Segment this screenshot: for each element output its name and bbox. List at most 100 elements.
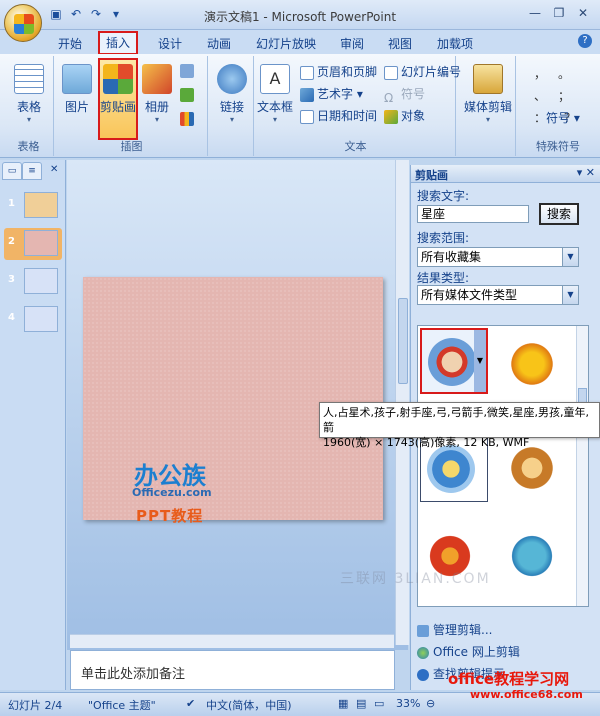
results-scrollbar[interactable] bbox=[576, 326, 588, 606]
manage-clips-icon bbox=[417, 624, 429, 637]
album-button[interactable]: 相册 ▾ bbox=[140, 60, 174, 124]
header-footer-icon bbox=[300, 65, 314, 80]
office-online-clips-link[interactable]: Office 网上剪辑 bbox=[417, 643, 520, 660]
slide-thumbnail-2[interactable]: 2 bbox=[4, 228, 62, 260]
language-indicator: 中文(简体，中国) bbox=[206, 699, 292, 712]
brand-logo-ppt: PPT教程 bbox=[136, 507, 204, 525]
textbox-button[interactable]: A 文本框 ▾ bbox=[256, 60, 294, 124]
special-chars-row1[interactable]: ，。 bbox=[534, 64, 588, 84]
clipart-pisces[interactable] bbox=[502, 524, 570, 590]
symbol-button[interactable]: Ω 符号 bbox=[384, 84, 425, 105]
slideshow-view-icon[interactable]: ▭ bbox=[374, 697, 384, 710]
datetime-icon bbox=[300, 109, 314, 124]
normal-view-icon[interactable]: ▦ bbox=[338, 697, 348, 710]
group-special-symbols: ，。 、； ：？ 符号 ▾ 特殊符号 bbox=[518, 56, 598, 156]
pane-close-icon[interactable]: ▾ ✕ bbox=[577, 166, 595, 179]
album-icon bbox=[142, 64, 172, 94]
tab-slides[interactable]: ▭ bbox=[2, 162, 22, 180]
zoom-level[interactable]: 33% bbox=[396, 697, 420, 710]
tab-view[interactable]: 视图 bbox=[388, 34, 412, 54]
wordart-button[interactable]: 艺术字 ▾ bbox=[300, 84, 363, 104]
omega-icon: Ω bbox=[384, 90, 394, 105]
title-bar: ▣ ↶ ↷ ▾ 演示文稿1 - Microsoft PowerPoint — ❐… bbox=[0, 0, 600, 30]
gemini-clipart-icon bbox=[427, 445, 475, 493]
tab-outline[interactable]: ≡ bbox=[22, 162, 42, 180]
chevron-down-icon: ▼ bbox=[562, 248, 578, 266]
tab-review[interactable]: 审阅 bbox=[340, 34, 364, 54]
close-pane-icon[interactable]: ✕ bbox=[50, 164, 58, 175]
group-table: 表格 ▾ 表格 bbox=[4, 56, 54, 156]
clipart-icon bbox=[103, 64, 133, 94]
textbox-icon: A bbox=[260, 64, 290, 94]
tab-home[interactable]: 开始 bbox=[58, 34, 82, 54]
link-icon bbox=[217, 64, 247, 94]
maximize-icon[interactable]: ❐ bbox=[548, 4, 570, 22]
clipart-sagittarius[interactable]: ▼ bbox=[420, 328, 488, 394]
sorter-view-icon[interactable]: ▤ bbox=[356, 697, 366, 710]
pisces-clipart-icon bbox=[508, 532, 556, 580]
slide-horizontal-scrollbar[interactable] bbox=[70, 634, 394, 648]
leo-clipart-icon bbox=[508, 444, 556, 492]
tab-design[interactable]: 设计 bbox=[158, 34, 182, 54]
chart-icon[interactable] bbox=[180, 108, 197, 128]
picture-button[interactable]: 图片 bbox=[58, 60, 96, 115]
slide-thumbnail-1[interactable]: 1 bbox=[4, 190, 62, 222]
type-select[interactable]: 所有媒体文件类型 ▼ bbox=[417, 285, 579, 305]
scope-select[interactable]: 所有收藏集 ▼ bbox=[417, 247, 579, 267]
clipart-tooltip: 人,占星术,孩子,射手座,弓,弓箭手,微笑,星座,男孩,童年,箭 1960(宽)… bbox=[319, 402, 600, 449]
object-button[interactable]: 对象 bbox=[384, 106, 425, 126]
clipart-pane-title: 剪贴画 bbox=[415, 169, 448, 182]
link-button[interactable]: 链接 ▾ bbox=[212, 60, 252, 124]
ribbon: 表格 ▾ 表格 图片 剪贴画 相册 ▾ 插图 链接 ▾ A 文本框 ▾ 页眉和页… bbox=[0, 54, 600, 158]
tab-slideshow[interactable]: 幻灯片放映 bbox=[256, 34, 316, 54]
tab-animation[interactable]: 动画 bbox=[207, 34, 231, 54]
special-symbol-button[interactable]: 符号 ▾ bbox=[546, 108, 580, 128]
scorpio-clipart-icon bbox=[508, 340, 556, 388]
site-watermark-cn: office教程学习网 bbox=[448, 670, 570, 688]
close-icon[interactable]: ✕ bbox=[572, 4, 594, 22]
smartart-icon[interactable] bbox=[180, 84, 197, 104]
special-chars-row2[interactable]: 、； bbox=[534, 86, 588, 106]
scope-label: 搜索范围: bbox=[417, 231, 470, 245]
chevron-down-icon: ▼ bbox=[562, 286, 578, 304]
object-icon bbox=[384, 109, 398, 124]
office-button[interactable] bbox=[4, 4, 42, 42]
tab-addins[interactable]: 加载项 bbox=[437, 34, 473, 54]
group-text: A 文本框 ▾ 页眉和页脚 艺术字 ▾ 日期和时间 幻灯片编号 Ω 符号 对象 文… bbox=[256, 56, 461, 156]
slides-pane: ▭ ≡ ✕ 1 2 3 4 bbox=[0, 160, 66, 690]
tab-insert[interactable]: 插入 bbox=[98, 31, 139, 55]
picture-icon bbox=[62, 64, 92, 94]
minimize-icon[interactable]: — bbox=[524, 4, 546, 22]
chevron-down-icon[interactable]: ▼ bbox=[474, 330, 486, 392]
datetime-button[interactable]: 日期和时间 bbox=[300, 106, 377, 126]
help-tip-icon bbox=[417, 668, 429, 681]
group-media: 媒体剪辑 ▾ bbox=[458, 56, 516, 156]
table-icon bbox=[14, 64, 44, 94]
media-clip-button[interactable]: 媒体剪辑 ▾ bbox=[460, 60, 516, 124]
site-watermark-url: www.office68.com bbox=[470, 688, 583, 701]
clipart-button[interactable]: 剪贴画 bbox=[98, 58, 138, 140]
header-footer-button[interactable]: 页眉和页脚 bbox=[300, 62, 377, 82]
help-icon[interactable]: ? bbox=[578, 34, 592, 48]
table-button[interactable]: 表格 ▾ bbox=[8, 60, 50, 124]
slide-canvas[interactable] bbox=[83, 277, 383, 520]
group-links: 链接 ▾ bbox=[210, 56, 254, 156]
group-illustrations: 图片 剪贴画 相册 ▾ 插图 bbox=[56, 56, 208, 156]
manage-clips-link[interactable]: 管理剪辑... bbox=[417, 621, 492, 638]
type-label: 结果类型: bbox=[417, 271, 470, 285]
slide-thumbnail-3[interactable]: 3 bbox=[4, 266, 62, 298]
clipart-scorpio[interactable] bbox=[502, 332, 570, 398]
slide-thumbnail-4[interactable]: 4 bbox=[4, 304, 62, 336]
ribbon-tabs: 开始 插入 设计 动画 幻灯片放映 审阅 视图 加载项 bbox=[0, 30, 600, 55]
window-title: 演示文稿1 - Microsoft PowerPoint bbox=[203, 10, 397, 24]
search-input[interactable]: 星座 bbox=[417, 205, 529, 223]
slide-number-icon bbox=[384, 65, 398, 80]
search-label: 搜索文字: bbox=[417, 189, 470, 203]
slide-number-button[interactable]: 幻灯片编号 bbox=[384, 62, 461, 82]
notes-pane[interactable]: 单击此处添加备注 bbox=[70, 650, 395, 690]
zoom-out-icon[interactable]: ⊖ bbox=[426, 697, 435, 710]
globe-icon bbox=[417, 646, 429, 659]
shapes-icon[interactable] bbox=[180, 60, 197, 80]
search-button[interactable]: 搜索 bbox=[539, 203, 579, 225]
spell-check-icon[interactable]: ✔ bbox=[186, 697, 195, 710]
